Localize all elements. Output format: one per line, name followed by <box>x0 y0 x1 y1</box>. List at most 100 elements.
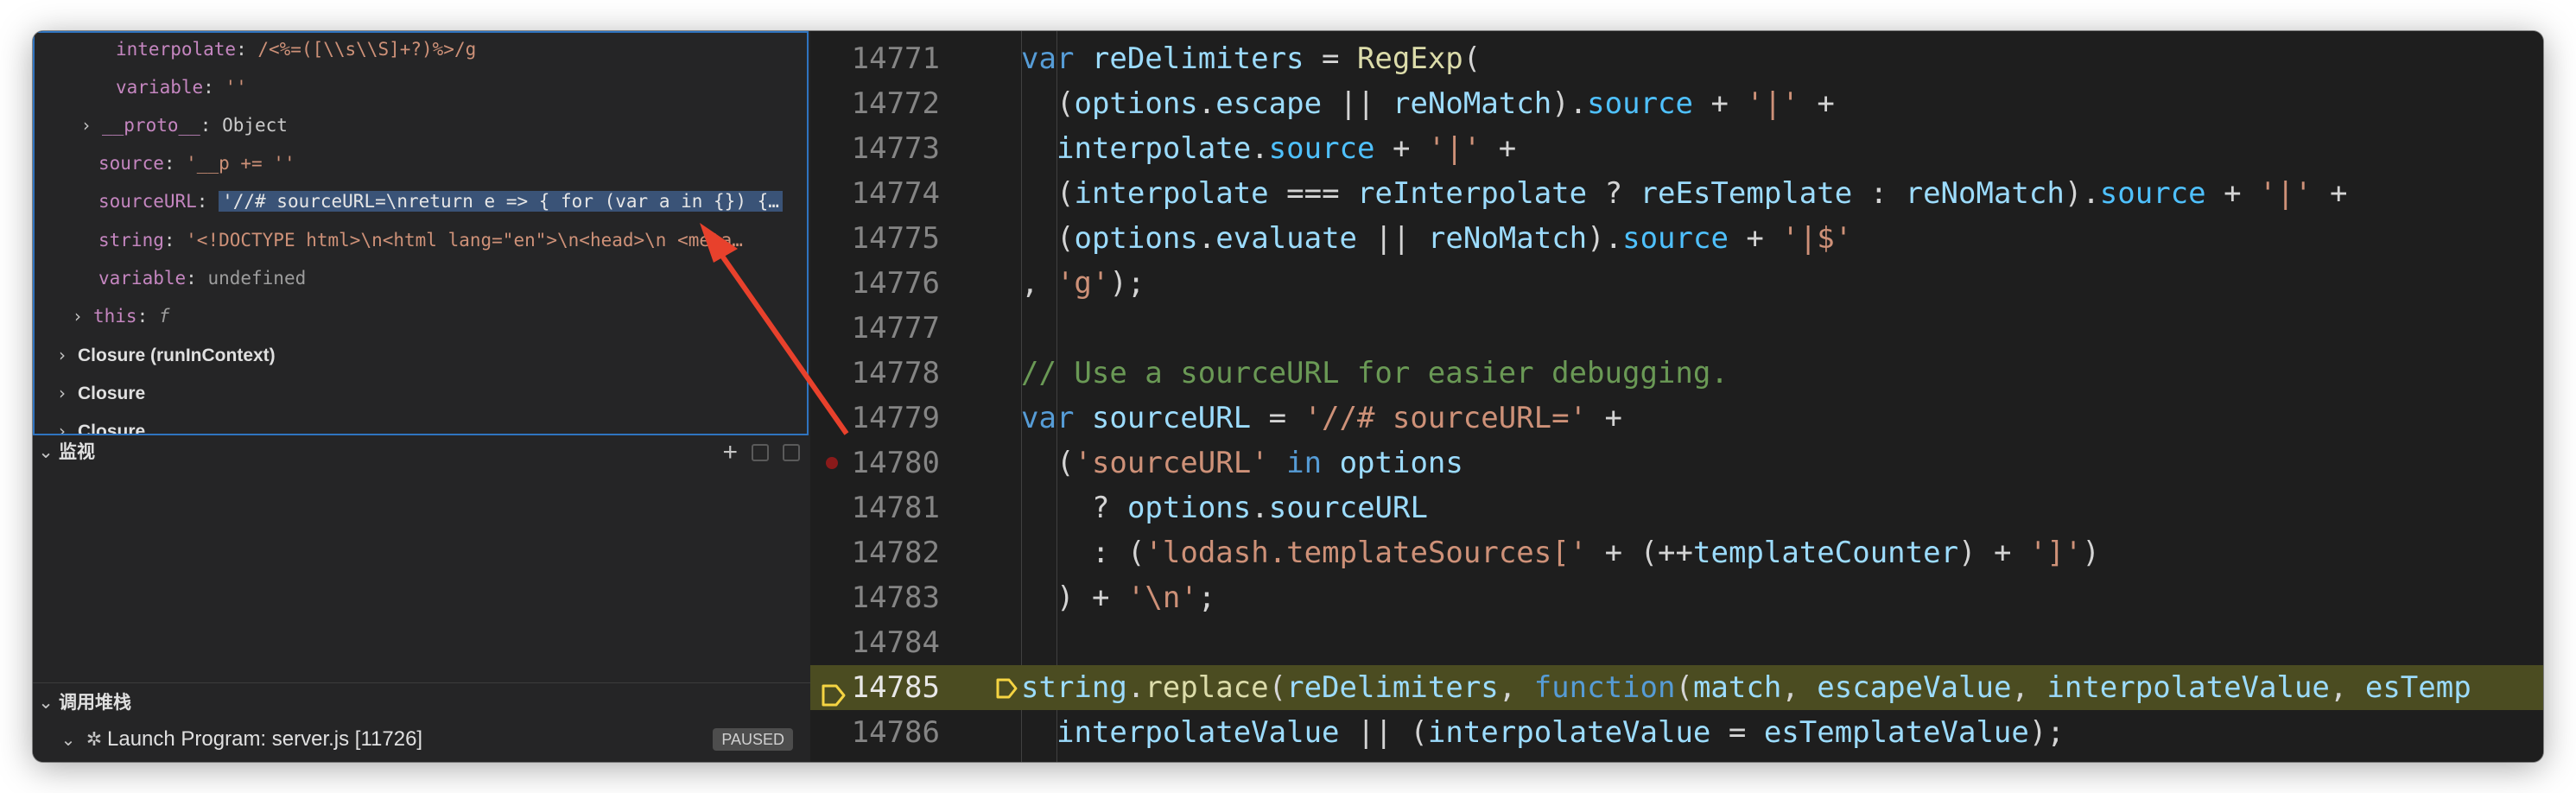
variable-row[interactable]: sourceURL: '//# sourceURL=\nreturn e => … <box>98 186 783 217</box>
line-number[interactable]: 14778 <box>810 351 940 396</box>
variable-row[interactable]: › __proto__: Object <box>83 110 288 141</box>
chevron-right-icon[interactable]: › <box>83 110 102 141</box>
variable-row[interactable]: variable: undefined <box>98 263 306 294</box>
variables-panel[interactable]: interpolate: /<%=([\\s\\S]+?)%>/g variabl… <box>33 31 809 435</box>
variable-name: variable <box>98 268 187 289</box>
code-token: ); <box>1109 266 1145 301</box>
code-line[interactable]: 14779 var sourceURL = '//# sourceURL=' + <box>810 396 2543 441</box>
debugger-window: interpolate: /<%=([\\s\\S]+?)%>/g variabl… <box>33 31 2543 762</box>
line-number[interactable]: 14774 <box>810 171 940 216</box>
call-stack-section-label: 调用堆栈 <box>59 693 131 713</box>
watch-section-header[interactable]: ⌄ 监视 + <box>33 435 810 470</box>
code-token: : ( <box>1092 536 1145 570</box>
code-token: // Use a sourceURL for easier debugging. <box>1021 356 1729 390</box>
closure-scope-row[interactable]: › Closure <box>59 377 145 409</box>
line-number[interactable]: 14776 <box>810 261 940 306</box>
code-token: , <box>1781 670 1818 705</box>
code-line[interactable]: 14783) + '\n'; <box>810 575 2543 620</box>
code-token: reNoMatch <box>1427 221 1588 256</box>
code-line[interactable]: 14772 (options.escape || reNoMatch).sourc… <box>810 81 2543 126</box>
separator: : <box>163 230 187 251</box>
code-text: (options.evaluate || reNoMatch).source +… <box>1056 216 1852 261</box>
variable-row[interactable]: › this: f <box>74 301 170 332</box>
code-token: ( <box>1056 221 1075 256</box>
chevron-right-icon[interactable]: › <box>59 377 78 409</box>
code-line[interactable]: 14776, 'g'); <box>810 261 2543 306</box>
line-number[interactable]: 14781 <box>810 485 940 530</box>
code-token: ( <box>1462 41 1482 76</box>
line-number[interactable]: 14783 <box>810 575 940 620</box>
code-line[interactable]: 14778 // Use a sourceURL for easier debug… <box>810 351 2543 396</box>
line-number[interactable]: 14787 <box>810 755 940 762</box>
code-line[interactable]: 14773 interpolate.source + '|' + <box>810 126 2543 171</box>
code-token: evaluate <box>1215 221 1358 256</box>
variable-row[interactable]: interpolate: /<%=([\\s\\S]+?)%>/g <box>116 34 476 65</box>
code-token: || <box>1357 221 1428 256</box>
code-line[interactable]: 14781? options.sourceURL <box>810 485 2543 530</box>
code-token: options <box>1074 221 1198 256</box>
call-stack-section-header[interactable]: ⌄ 调用堆栈 <box>33 686 810 720</box>
code-token: source <box>1268 131 1375 166</box>
variable-row[interactable]: string: '<!DOCTYPE html>\n<html lang="en… <box>98 225 743 256</box>
current-execution-line[interactable]: 14785 string.replace(reDelimiters, functi… <box>810 665 2543 710</box>
chevron-down-icon: ⌄ <box>60 731 76 750</box>
collapse-all-icon[interactable] <box>783 444 800 461</box>
code-token: ); <box>2028 715 2065 750</box>
code-line[interactable]: 14787 <box>810 755 2543 762</box>
code-line[interactable]: 14784 <box>810 620 2543 665</box>
code-line[interactable]: 14780 ('sourceURL' in options <box>810 441 2543 485</box>
code-text: string.replace(reDelimiters, function(ma… <box>996 665 2471 710</box>
code-line[interactable]: 14777 <box>810 306 2543 351</box>
code-token: '|' <box>2259 176 2313 211</box>
line-number[interactable]: 14784 <box>810 620 940 665</box>
program-label: Launch Program: server.js [11726] <box>107 727 423 751</box>
code-token: = <box>1710 715 1764 750</box>
code-line[interactable]: 14782 : ('lodash.templateSources[' + (++t… <box>810 530 2543 575</box>
variable-row[interactable]: source: '__p += '' <box>98 148 295 179</box>
line-number[interactable]: 14773 <box>810 126 940 171</box>
closure-scope-row[interactable]: › Closure <box>59 416 145 434</box>
variable-name: variable <box>116 77 204 98</box>
code-token: interpolateValue <box>2046 670 2330 705</box>
code-token: reDelimiters <box>1091 41 1304 76</box>
breakpoint-icon[interactable] <box>826 457 838 469</box>
code-token: escape <box>1215 86 1323 121</box>
line-number[interactable]: 14782 <box>810 530 940 575</box>
code-token: . <box>1126 670 1145 705</box>
code-token: reNoMatch <box>1905 176 2065 211</box>
code-token: source <box>1622 221 1729 256</box>
variable-value: Object <box>222 115 288 136</box>
chevron-right-icon[interactable]: › <box>59 416 78 434</box>
add-expression-icon[interactable]: + <box>722 435 738 470</box>
closure-label: Closure <box>78 384 146 403</box>
line-number[interactable]: 14772 <box>810 81 940 126</box>
code-text: (options.escape || reNoMatch).source + '… <box>1056 81 1835 126</box>
refresh-icon[interactable] <box>752 444 769 461</box>
closure-scope-row[interactable]: › Closure (runInContext) <box>59 339 276 371</box>
code-line[interactable]: 14786 interpolateValue || (interpolateVal… <box>810 710 2543 755</box>
code-token: RegExp <box>1356 41 1463 76</box>
code-text: : ('lodash.templateSources[' + (++templa… <box>1092 530 2100 575</box>
watch-actions: + <box>722 435 800 470</box>
code-token: '|' <box>1746 86 1799 121</box>
code-token: options <box>1126 491 1252 525</box>
code-line[interactable]: 14774 (interpolate === reInterpolate ? re… <box>810 171 2543 216</box>
line-number[interactable]: 14779 <box>810 396 940 441</box>
line-number[interactable]: 14777 <box>810 306 940 351</box>
line-number[interactable]: 14786 <box>810 710 940 755</box>
call-stack-program-row[interactable]: ⌄ ✲ Launch Program: server.js [11726] PAUS… <box>33 722 810 757</box>
line-number[interactable]: 14775 <box>810 216 940 261</box>
code-token: templateCounter <box>1693 536 1959 570</box>
code-token: = <box>1304 41 1357 76</box>
code-token: reInterpolate <box>1357 176 1588 211</box>
code-line[interactable]: 14775 (options.evaluate || reNoMatch).sou… <box>810 216 2543 261</box>
chevron-right-icon[interactable]: › <box>59 339 78 371</box>
code-token: + <box>2312 176 2348 211</box>
chevron-right-icon[interactable]: › <box>74 301 93 332</box>
code-line[interactable]: 14771 var reDelimiters = RegExp( <box>810 36 2543 81</box>
line-number[interactable]: 14771 <box>810 36 940 81</box>
code-editor[interactable]: 14771 var reDelimiters = RegExp(14772 (opt… <box>810 31 2543 762</box>
watch-section-label: 监视 <box>59 442 95 462</box>
variable-row[interactable]: variable: '' <box>116 72 247 103</box>
